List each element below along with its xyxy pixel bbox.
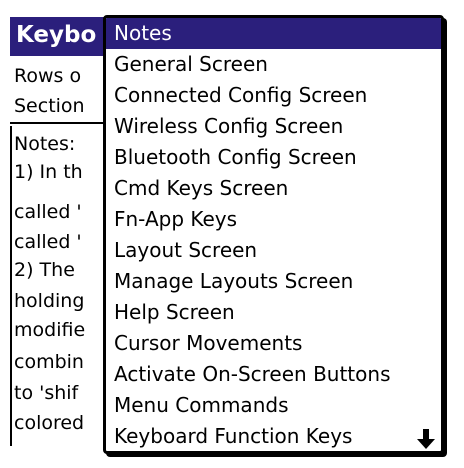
notes-line: called ' (14, 201, 82, 223)
down-arrow-icon[interactable] (417, 428, 435, 450)
notes-line: Notes: (14, 133, 76, 155)
menu-item-layout-screen[interactable]: Layout Screen (106, 235, 441, 266)
section-line[interactable]: Section (14, 94, 114, 118)
section-popup-menu[interactable]: Notes General Screen Connected Config Sc… (103, 15, 444, 454)
notes-line: modifie (14, 319, 86, 341)
menu-item-activate-on-screen-buttons[interactable]: Activate On-Screen Buttons (106, 359, 441, 390)
menu-item-help-screen[interactable]: Help Screen (106, 297, 441, 328)
menu-item-wireless-config-screen[interactable]: Wireless Config Screen (106, 111, 441, 142)
section-divider (10, 122, 115, 124)
menu-item-bluetooth-config-screen[interactable]: Bluetooth Config Screen (106, 142, 441, 173)
notes-line: combin (14, 351, 84, 373)
menu-item-cursor-movements[interactable]: Cursor Movements (106, 328, 441, 359)
title-underline (10, 53, 115, 56)
notes-line: called ' (14, 231, 82, 253)
menu-item-connected-config-screen[interactable]: Connected Config Screen (106, 80, 441, 111)
menu-item-fn-app-keys[interactable]: Fn-App Keys (106, 204, 441, 235)
notes-line: 1) In th (14, 161, 83, 183)
menu-item-keyboard-function-keys[interactable]: Keyboard Function Keys (106, 421, 441, 451)
menu-item-general-screen[interactable]: General Screen (106, 49, 441, 80)
menu-item-manage-layouts-screen[interactable]: Manage Layouts Screen (106, 266, 441, 297)
notes-line: to 'shif (14, 382, 79, 404)
menu-item-cmd-keys-screen[interactable]: Cmd Keys Screen (106, 173, 441, 204)
rows-line: Rows o (14, 65, 82, 87)
notes-line: 2) The (14, 259, 75, 281)
app-title: Keybo (10, 17, 115, 53)
notes-line: colored (14, 412, 85, 434)
notes-line: holding (14, 290, 85, 312)
menu-item-notes[interactable]: Notes (106, 18, 441, 49)
menu-item-menu-commands[interactable]: Menu Commands (106, 390, 441, 421)
screen: Keybo Rows o Section Notes: 1) In th cal… (0, 0, 464, 468)
